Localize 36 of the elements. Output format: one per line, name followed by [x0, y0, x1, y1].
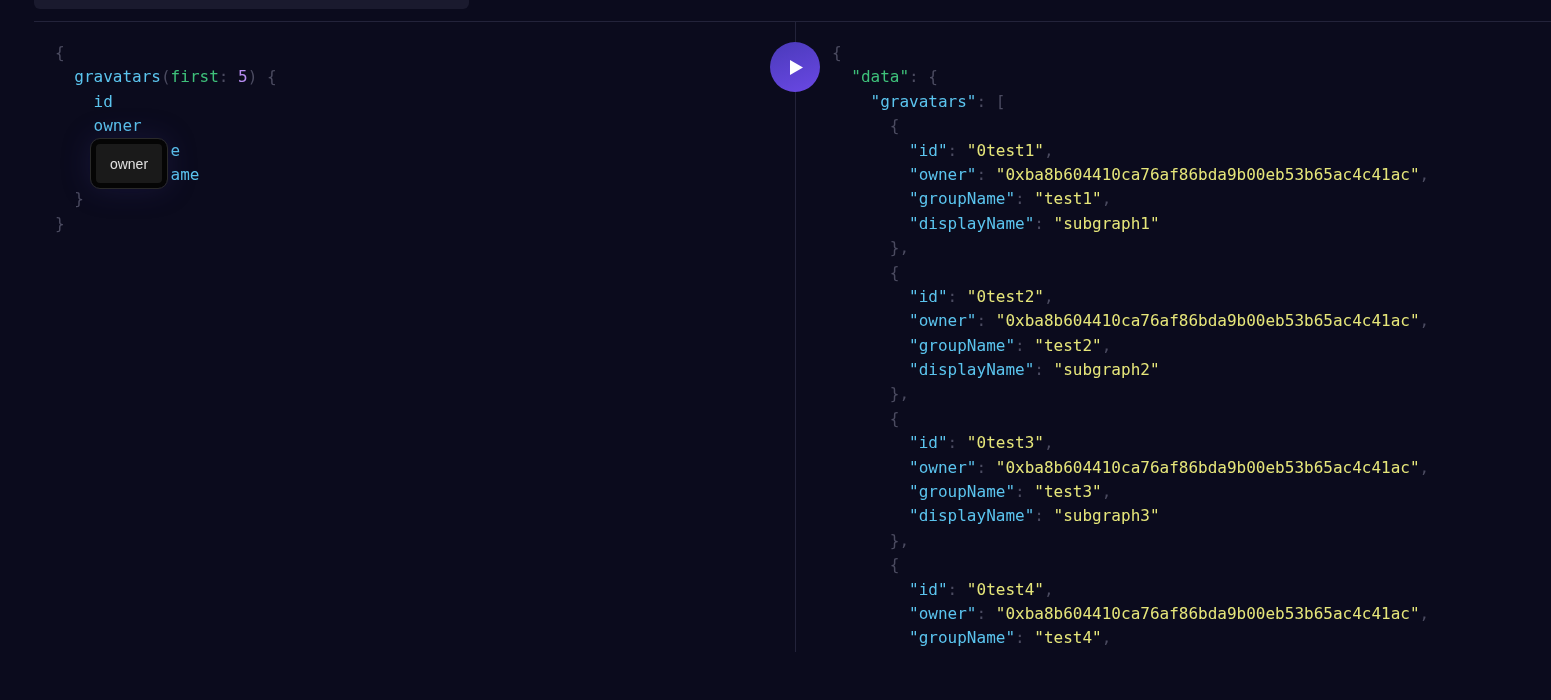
code-line: {: [888, 261, 900, 284]
code-line: "data": {: [850, 66, 938, 89]
code-line: "groupName": "test1",: [908, 188, 1112, 211]
code-line: {: [888, 407, 900, 430]
code-line: "id": "0test2",: [908, 285, 1054, 308]
run-button[interactable]: [770, 42, 820, 92]
tooltip: owner: [91, 139, 167, 188]
play-icon: [789, 58, 804, 76]
code-line: "owner": "0xba8b604410ca76af86bda9b00eb53b65ac4c41ac",: [908, 163, 1430, 186]
code-line: },: [888, 529, 910, 552]
code-line: "displayName": "subgraph2": [908, 359, 1160, 382]
code-line: "groupName": "test3",: [908, 481, 1112, 504]
code-line: "owner": "0xba8b604410ca76af86bda9b00eb53b65ac4c41ac",: [908, 456, 1430, 479]
code-line: {: [55, 42, 65, 64]
code-line: "id": "0test4",: [908, 578, 1054, 601]
code-line: {: [832, 42, 842, 64]
code-line: e: [170, 139, 181, 162]
code-line: owner: [92, 115, 142, 138]
code-line: id: [92, 90, 113, 113]
code-line: "displayName": "subgraph3": [908, 505, 1160, 528]
code-line: "owner": "0xba8b604410ca76af86bda9b00eb53b65ac4c41ac",: [908, 310, 1430, 333]
code-line: "owner": "0xba8b604410ca76af86bda9b00eb53b65ac4c41ac",: [908, 603, 1430, 625]
code-line: {: [888, 115, 900, 138]
code-line: ame: [170, 163, 200, 186]
code-line: "groupName": "test2",: [908, 334, 1112, 357]
code-line: },: [888, 237, 910, 260]
code-line: "groupName": "test4",: [908, 627, 1112, 650]
code-line: },: [888, 383, 910, 406]
code-line: "id": "0test3",: [908, 432, 1054, 455]
code-line: "gravatars": [: [869, 90, 1006, 113]
code-line: "displayName": "subgraph1": [908, 212, 1160, 235]
code-line: }: [73, 188, 84, 211]
code-line: }: [55, 212, 65, 235]
code-line: {: [888, 554, 900, 577]
code-line: gravatars(first: 5) {: [73, 66, 277, 89]
code-line: "id": "0test1",: [908, 139, 1054, 162]
